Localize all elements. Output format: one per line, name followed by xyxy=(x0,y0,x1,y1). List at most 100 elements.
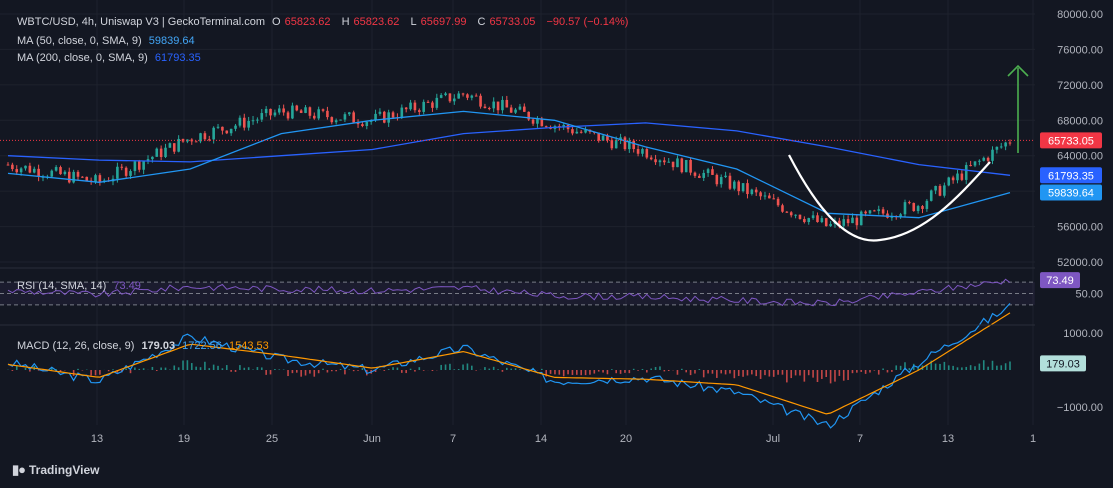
candle-body xyxy=(352,112,355,123)
candle-body xyxy=(234,125,237,129)
candle-body xyxy=(225,130,229,134)
candle-body xyxy=(212,127,215,140)
candle-body xyxy=(684,160,688,173)
candle-body xyxy=(999,146,1003,148)
macd-pane: 1000.00 −1000.00 179.03 xyxy=(7,302,1103,429)
candle-body xyxy=(129,171,132,176)
candle-body xyxy=(855,217,859,226)
close-value: C 65733.05 xyxy=(478,16,540,28)
tradingview-wordmark: TradingView xyxy=(29,463,100,477)
macd-label: MACD (12, 26, close, 9) xyxy=(17,340,135,352)
candle-body xyxy=(203,133,207,140)
candle-body xyxy=(291,105,294,119)
rsi-legend[interactable]: RSI (14, SMA, 14) 73.49 xyxy=(17,280,145,292)
time-tick-label: 13 xyxy=(942,433,954,445)
candle-body xyxy=(724,175,727,178)
candle-body xyxy=(912,203,916,212)
candle-body xyxy=(737,181,741,192)
candle-body xyxy=(413,102,417,111)
candle-body xyxy=(943,185,946,196)
candle-body xyxy=(978,160,981,162)
candle-body xyxy=(312,115,316,119)
macd-legend[interactable]: MACD (12, 26, close, 9) 179.03 1722.56 1… xyxy=(17,340,273,352)
candle-body xyxy=(702,172,706,178)
candle-body xyxy=(444,93,447,96)
low-value: L 65697.99 xyxy=(410,16,470,28)
symbol-label: WBTC/USD, 4h, Uniswap V3 | GeckoTerminal… xyxy=(17,16,265,28)
candle-body xyxy=(610,140,614,149)
candle-body xyxy=(859,211,863,226)
candle-body xyxy=(256,119,259,121)
candle-body xyxy=(951,177,955,181)
candle-body xyxy=(811,215,815,219)
candle-body xyxy=(816,215,819,223)
price-tick-label: 80000.00 xyxy=(1057,9,1103,21)
rsi-tick-label: 50.00 xyxy=(1075,289,1103,301)
candle-body xyxy=(947,177,951,186)
time-tick-label: 14 xyxy=(535,433,547,445)
candle-body xyxy=(159,148,163,158)
tradingview-chart-window: 50.00 73.49 1000.00 −1000.00 179.03 80000.0… xyxy=(0,0,1113,488)
macd-tag-label: 179.03 xyxy=(1046,358,1080,370)
candle-body xyxy=(229,128,233,134)
candle-body xyxy=(925,200,929,209)
candle-body xyxy=(715,174,719,185)
candle-body xyxy=(929,190,933,201)
macd-signal-value: 1543.53 xyxy=(228,340,269,352)
candle-body xyxy=(916,206,920,212)
candle-body xyxy=(938,185,942,196)
price-tag-label: 61793.35 xyxy=(1048,170,1094,182)
macd-hist-value: 179.03 xyxy=(141,340,176,352)
candle-body xyxy=(571,129,574,134)
candle-body xyxy=(969,165,972,167)
candle-body xyxy=(789,212,793,216)
candle-body xyxy=(343,114,347,120)
candle-body xyxy=(523,106,526,112)
cup-pattern-annotation xyxy=(788,154,991,242)
candle-body xyxy=(273,112,277,116)
ma200-label: MA (200, close, 0, SMA, 9) xyxy=(17,52,148,64)
candle-body xyxy=(719,177,723,185)
candle-body xyxy=(488,108,491,110)
candle-body xyxy=(479,95,482,107)
candle-body xyxy=(623,137,627,150)
candle-body xyxy=(973,161,977,166)
candle-body xyxy=(391,112,395,118)
low-label: L xyxy=(410,16,417,28)
candle-body xyxy=(151,156,154,160)
time-tick-label: 25 xyxy=(266,433,278,445)
candle-body xyxy=(698,175,701,178)
candle-body xyxy=(304,107,307,113)
candle-body xyxy=(426,101,430,103)
price-tick-label: 76000.00 xyxy=(1057,44,1103,56)
candle-body xyxy=(798,214,802,219)
time-tick-label: 13 xyxy=(91,433,103,445)
tradingview-logo[interactable]: ▮● TradingView xyxy=(12,462,99,478)
close-number: 65733.05 xyxy=(489,16,536,28)
candle-body xyxy=(921,206,924,209)
candle-body xyxy=(448,93,452,102)
candle-body xyxy=(991,149,994,161)
candles-layer xyxy=(6,91,1012,230)
candle-body xyxy=(431,102,434,108)
candle-body xyxy=(759,192,762,197)
candle-body xyxy=(85,176,89,181)
candle-body xyxy=(711,169,714,175)
ma200-legend[interactable]: MA (200, close, 0, SMA, 9) 61793.35 xyxy=(17,52,205,64)
candle-body xyxy=(221,126,224,131)
chart-canvas[interactable]: 50.0073.49 1000.00−1000.00179.03 80000.0… xyxy=(0,0,1113,488)
candle-body xyxy=(746,183,749,195)
candle-body xyxy=(422,101,425,112)
candle-body xyxy=(28,165,32,173)
ma50-legend[interactable]: MA (50, close, 0, SMA, 9) 59839.64 xyxy=(17,35,199,47)
candle-body xyxy=(829,223,832,227)
candle-body xyxy=(404,107,408,110)
candle-body xyxy=(238,117,242,126)
candle-body xyxy=(50,170,54,177)
low-number: 65697.99 xyxy=(420,16,467,28)
candle-body xyxy=(956,173,959,181)
price-axis: 80000.00 76000.00 72000.00 68000.00 64000.00… xyxy=(1040,9,1103,269)
candle-body xyxy=(645,149,649,158)
candle-body xyxy=(509,107,513,113)
price-tick-label: 68000.00 xyxy=(1057,115,1103,127)
